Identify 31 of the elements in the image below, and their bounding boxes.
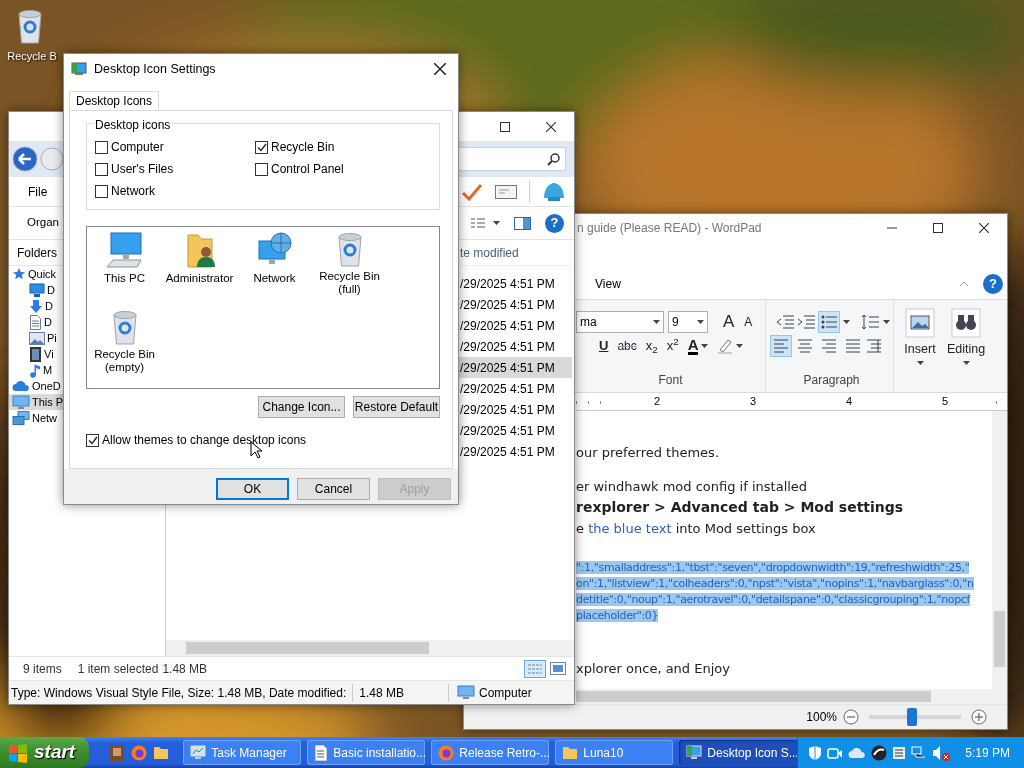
window-title: n guide (Please READ) - WordPad (577, 219, 762, 237)
selection-size: 1.48 MB (162, 660, 208, 678)
document-text: xplorer once, and Enjoy (576, 660, 731, 678)
date-cell-text: /29/2025 4:51 PM (459, 443, 556, 461)
clock: 5:19 PM (965, 744, 1010, 762)
date-cell-text: /29/2025 4:51 PM (459, 380, 556, 398)
group-label: Paragraph (802, 372, 861, 389)
selection-status: 1 item selected (77, 660, 159, 678)
group-label: Font (657, 372, 684, 389)
ruler: 2 3 4 5 (576, 393, 1007, 411)
date-cell: /29/2025 4:51 PM (456, 357, 572, 378)
window-title: Desktop Icon Settings (94, 60, 216, 78)
location-label: Computer (478, 684, 532, 702)
details-text: Type: Windows Visual Style File, Size: 1.48 MB, Date modified: (11, 684, 347, 702)
item-count: 9 items (23, 660, 62, 678)
selected-code-text: ":1,"smalladdress":1,"tbst":"seven","dropdownwidth":19,"refreshwidth":25," (576, 561, 970, 574)
zoom-level: 100% (806, 709, 837, 726)
document-text: e the blue text into Mod settings box (576, 520, 817, 538)
document-text: er windhawk mod config if installed (576, 478, 809, 496)
selected-code-text: on":1,"listview":1,"colheaders":0,"npst":"vista","nopins":1,"navbarglass":0,"n (576, 577, 974, 590)
document-text: rexplorer > Advanced tab > Mod settings (576, 498, 905, 517)
date-cell-text: /29/2025 4:51 PM (459, 275, 556, 293)
date-cell-text: /29/2025 4:51 PM (459, 296, 556, 314)
file-size: 1.48 MB (359, 684, 404, 702)
date-cell-text: /29/2025 4:51 PM (459, 401, 556, 419)
selected-code-text: placeholder":0} (576, 609, 659, 622)
date-cell-text: /29/2025 4:51 PM (459, 317, 556, 335)
date-cell-text: /29/2025 4:51 PM (459, 422, 556, 440)
navigation-pane-header: Folders (17, 244, 57, 262)
date-cell-text: /29/2025 4:51 PM (459, 338, 556, 356)
document-text: our preferred themes. (576, 444, 720, 462)
